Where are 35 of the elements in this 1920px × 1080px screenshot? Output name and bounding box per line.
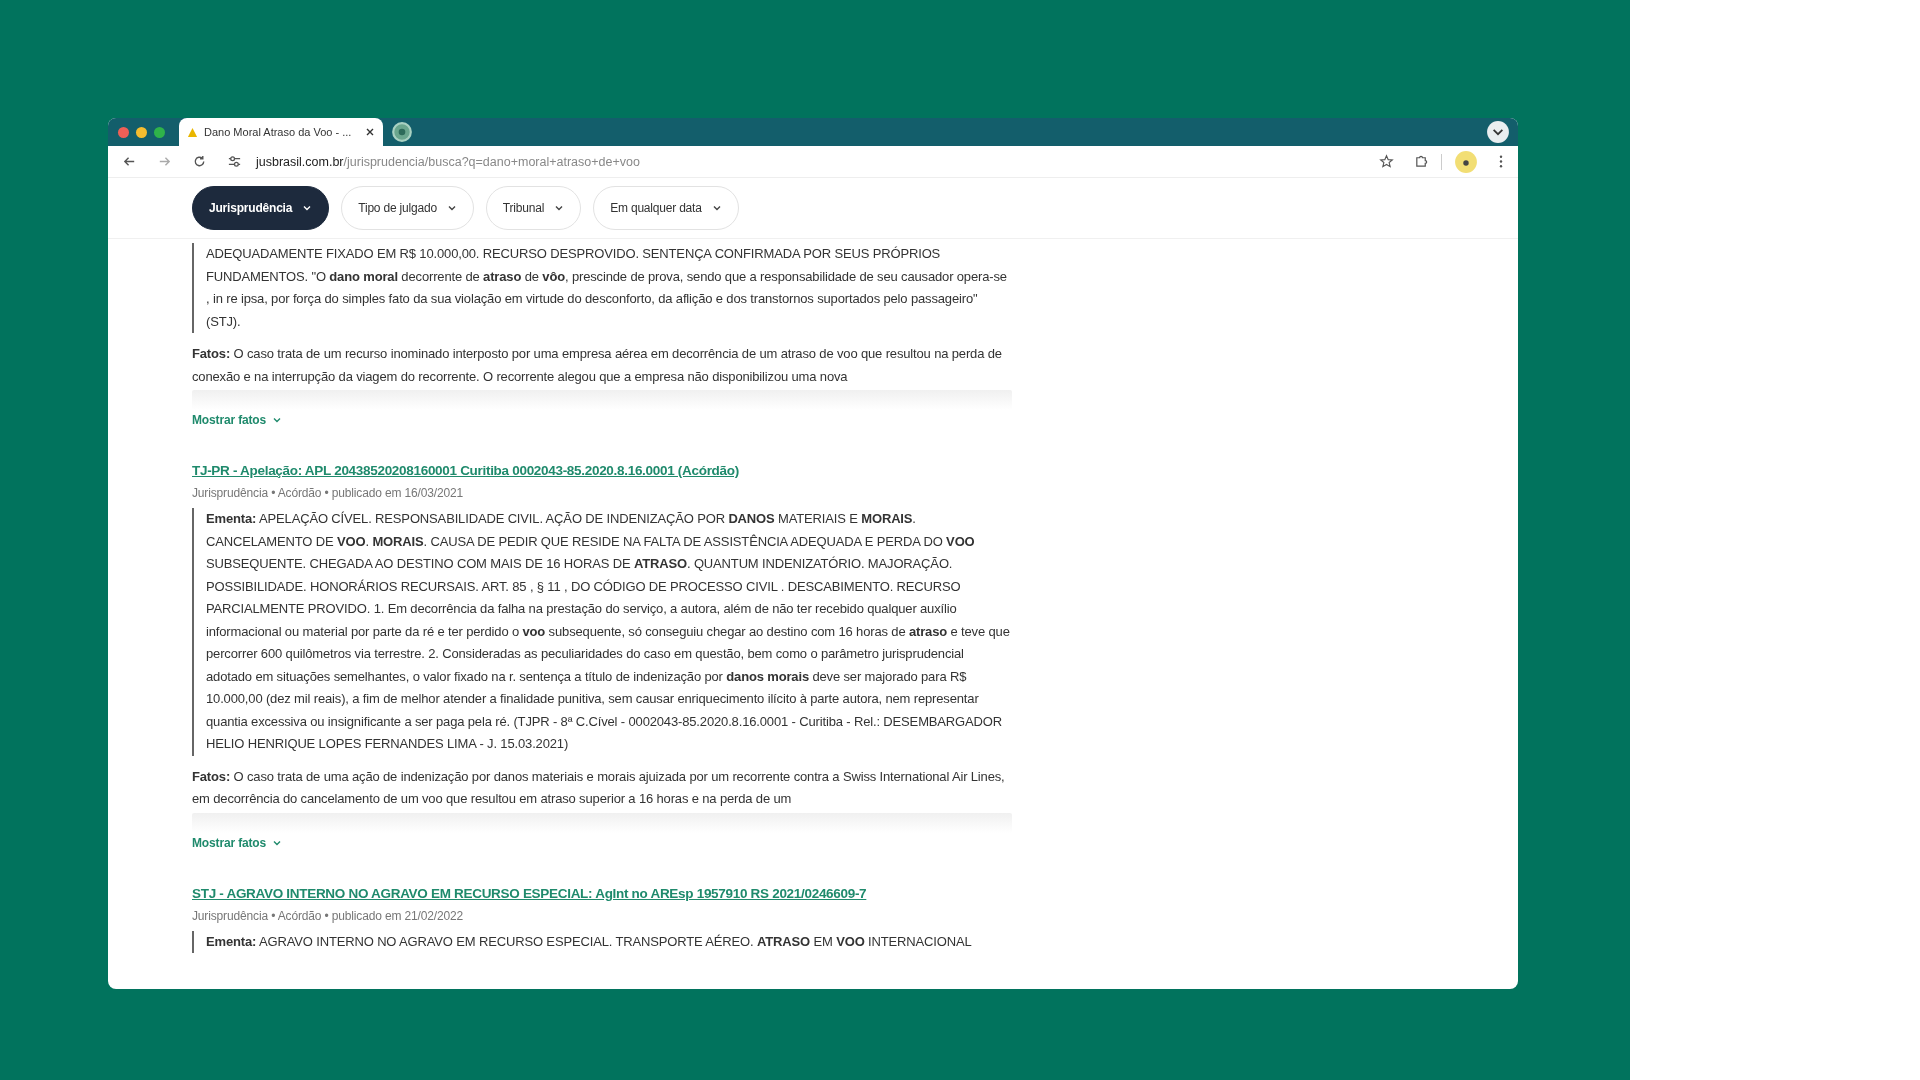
- caret-icon: [711, 203, 722, 213]
- caret-icon: [302, 203, 313, 213]
- favicon-icon: [187, 126, 198, 138]
- filter-dropdown[interactable]: Em qualquer data: [593, 186, 739, 230]
- ementa-text: Ementa: AGRAVO INTERNO NO AGRAVO EM RECURSO ESPECIAL. TRANSPORTE AÉREO. ATRASO EM VOO INTERNACIONAL: [192, 930, 1012, 953]
- result-meta: Jurisprudência • Acórdão • publicado em 21/02/2022: [192, 908, 465, 923]
- fatos-text: Fatos: O caso trata de um recurso inominado interposto por uma empresa aérea em decorrência de um atraso de voo que resultou na perda de conexão e na interrupção da viagem do recorrente. O recorrente alegou que a empresa não disponibilizou uma nova: [192, 345, 1003, 386]
- filter-dropdown[interactable]: Tribunal: [485, 186, 582, 230]
- zoom-window-icon[interactable]: [154, 126, 165, 138]
- minimize-window-icon[interactable]: [136, 126, 147, 138]
- browser-tab[interactable]: Dano Moral Atraso da Voo - ...: [179, 118, 383, 146]
- show-facts-link[interactable]: Mostrar fatos: [192, 835, 283, 850]
- menu-icon[interactable]: [1498, 154, 1504, 169]
- ementa-text: Ementa: APELAÇÃO CÍVEL. RESPONSABILIDADE CIVIL. AÇÃO DE INDENIZAÇÃO POR DANOS MATERIAIS E MORAIS. CANCELAMENTO DE VOO. MORAIS. CAUSA DE PEDIR QUE RESIDE NA FALTA DE ASSISTÊNCIA ADEQUADA E PERDA DO VOO SUBSEQUENTE. CHEGADA AO DESTINO COM MAIS DE 16 HORAS DE ATRASO. QUANTUM INDENIZATÓRIO. MAJORAÇÃO. POSSIBILIDADE. HONORÁRIOS RECURSAIS. ART. 85 , § 11 , DO CÓDIGO DE PROCESSO CIVIL . DESCABIMENTO. RECURSO PARCIALMENTE PROVIDO. 1. Em decorrência da falha na prestação do serviço, a autora, além de não ter recebido qualquer auxílio informacional ou material por parte da ré e ter perdido o voo subsequente, só conseguiu chegar ao destino com 16 horas de atraso e teve que percorrer 600 quilômetros via terrestre. 2. Consideradas as peculiaridades do caso em questão, bem como o parâmetro jurisprudencial adotado em situações semelhantes, o valor fixado na r. sentença a título de indenização por danos morais deve ser majorado para R$ 10.000,00 (dez mil reais), a fim de melhor atender a finalidade punitiva, sem causar enriquecimento ilícito à parte autora, nem representar quantia excessiva ou insignificante a ser paga pela ré. (TJPR - 8ª C.Cível - 0002043-85.2020.8.16.0001 - Curitiba - Rel.: DESEMBARGADOR HELIO HENRIQUE LOPES FERNANDES LIMA - J. 15.03.2021): [192, 508, 1012, 756]
- address-field[interactable]: jusbrasil.com.br/jurisprudencia/busca?q=dano+moral+atraso+de+voo: [256, 154, 1359, 169]
- filter-dropdown[interactable]: Jurisprudência: [192, 186, 330, 230]
- close-icon[interactable]: [365, 127, 375, 137]
- caret-icon: [554, 203, 565, 213]
- result-title-link[interactable]: STJ - AGRAVO INTERNO NO AGRAVO EM RECURSO ESPECIAL: AgInt no AREsp 1957910 RS 2021/0246609-7: [192, 885, 867, 901]
- chevron-down-icon[interactable]: [1486, 120, 1510, 144]
- reload-icon[interactable]: [192, 154, 207, 169]
- caret-icon: [446, 203, 457, 213]
- ementa-text: ADEQUADAMENTE FIXADO EM R$ 10.000,00. RECURSO DESPROVIDO. SENTENÇA CONFIRMADA POR SEUS PRÓPRIOS FUNDAMENTOS. "O dano moral decorrente de atraso de vôo, prescinde de prova, sendo que a responsabilidade de seu causador opera-se , in re ipsa, por força do simples fato da sua violação em virtude do desconforto, da aflição e dos transtornos suportados pelo passageiro" (STJ).: [192, 243, 1012, 333]
- site-settings-icon[interactable]: [227, 154, 242, 169]
- show-facts-link[interactable]: Mostrar fatos: [192, 413, 283, 427]
- result-meta: Jurisprudência • Acórdão • publicado em 16/03/2021: [192, 486, 465, 500]
- puzzle-icon[interactable]: [1414, 154, 1429, 169]
- filter-dropdown[interactable]: Tipo de julgado: [341, 186, 474, 230]
- fatos-text: Fatos: O caso trata de uma ação de indenização por danos materiais e morais ajuizada por um recorrente contra a Swiss International Air Lines, em decorrência do cancelamento de um voo que resultou em atraso superior a 16 horas e na perda de um: [192, 767, 1006, 808]
- caret-icon: [272, 415, 283, 425]
- profile-avatar-icon[interactable]: [1454, 149, 1478, 174]
- tab-title: Dano Moral Atraso da Voo - ...: [204, 126, 353, 138]
- result-title-link[interactable]: TJ-PR - Apelação: APL 20438520208160001 Curitiba 0002043-85.2020.8.16.0001 (Acórdão): [192, 463, 739, 478]
- globe-icon[interactable]: [391, 121, 413, 143]
- star-icon[interactable]: [1379, 154, 1394, 169]
